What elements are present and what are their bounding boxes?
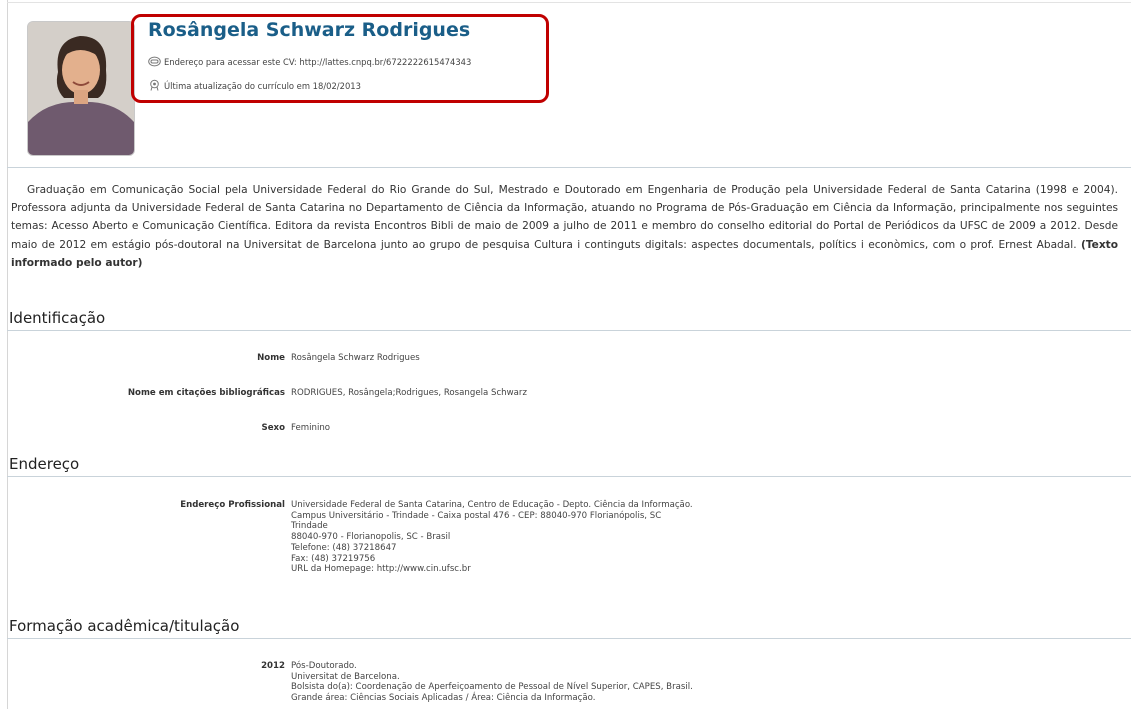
row-label-citacoes: Nome em citações bibliográficas xyxy=(127,388,285,398)
top-border xyxy=(7,2,1131,3)
section-title-identificacao: Identificação xyxy=(9,309,106,327)
row-value-nome: Rosângela Schwarz Rodrigues xyxy=(291,353,420,363)
address-line: Campus Universitário - Trindade - Caixa … xyxy=(291,510,662,521)
homepage-link[interactable]: URL da Homepage: http://www.cin.ufsc.br xyxy=(291,564,693,575)
address-line: Trindade xyxy=(291,521,328,532)
address-line: Fax: (48) 37219756 xyxy=(291,553,376,564)
link-icon xyxy=(148,56,161,67)
header-separator xyxy=(7,167,1131,168)
address-line: Universidade Federal de Santa Catarina, … xyxy=(291,500,693,510)
section-title-endereco: Endereço xyxy=(9,455,80,473)
left-border xyxy=(7,0,8,709)
section-rule-identificacao xyxy=(7,330,1131,331)
profile-photo-image xyxy=(28,22,134,155)
section-title-formacao: Formação acadêmica/titulação xyxy=(9,617,240,635)
row-label-sexo: Sexo xyxy=(261,423,285,433)
formacao-line: Universitat de Barcelona. xyxy=(291,671,400,682)
row-value-citacoes: RODRIGUES, Rosângela;Rodrigues, Rosangel… xyxy=(291,388,527,398)
last-update-text: Última atualização do currículo em 18/02… xyxy=(164,81,361,91)
lattes-cv-page: Rosângela Schwarz Rodrigues Endereço par… xyxy=(0,0,1131,709)
cv-address-text[interactable]: Endereço para acessar este CV: http://la… xyxy=(164,57,471,67)
formacao-entry: Pós-Doutorado. Universitat de Barcelona.… xyxy=(291,661,693,704)
formacao-line: Pós-Doutorado. xyxy=(291,661,357,671)
update-badge-icon xyxy=(148,79,161,91)
summary-paragraph: Graduação em Comunicação Social pela Uni… xyxy=(11,181,1118,272)
section-rule-formacao xyxy=(7,638,1131,639)
formacao-line: Bolsista do(a): Coordenação de Aperfeiço… xyxy=(291,682,693,693)
last-update-line: Última atualização do currículo em 18/02… xyxy=(148,79,361,91)
address-line: 88040-970 - Florianopolis, SC - Brasil xyxy=(291,532,451,543)
row-label-endereco-profissional: Endereço Profissional xyxy=(180,500,285,510)
section-rule-endereco xyxy=(7,476,1131,477)
address-block: Universidade Federal de Santa Catarina, … xyxy=(291,500,693,575)
address-line: Telefone: (48) 37218647 xyxy=(291,542,397,553)
formacao-line: Grande área: Ciências Sociais Aplicadas … xyxy=(291,693,596,704)
cv-address-line: Endereço para acessar este CV: http://la… xyxy=(148,56,471,67)
profile-name: Rosângela Schwarz Rodrigues xyxy=(148,19,471,41)
summary-text: Graduação em Comunicação Social pela Uni… xyxy=(11,184,1118,251)
row-value-sexo: Feminino xyxy=(291,423,331,433)
profile-photo xyxy=(27,21,135,156)
row-label-nome: Nome xyxy=(257,353,285,363)
row-label-formacao-year: 2012 xyxy=(261,661,285,671)
